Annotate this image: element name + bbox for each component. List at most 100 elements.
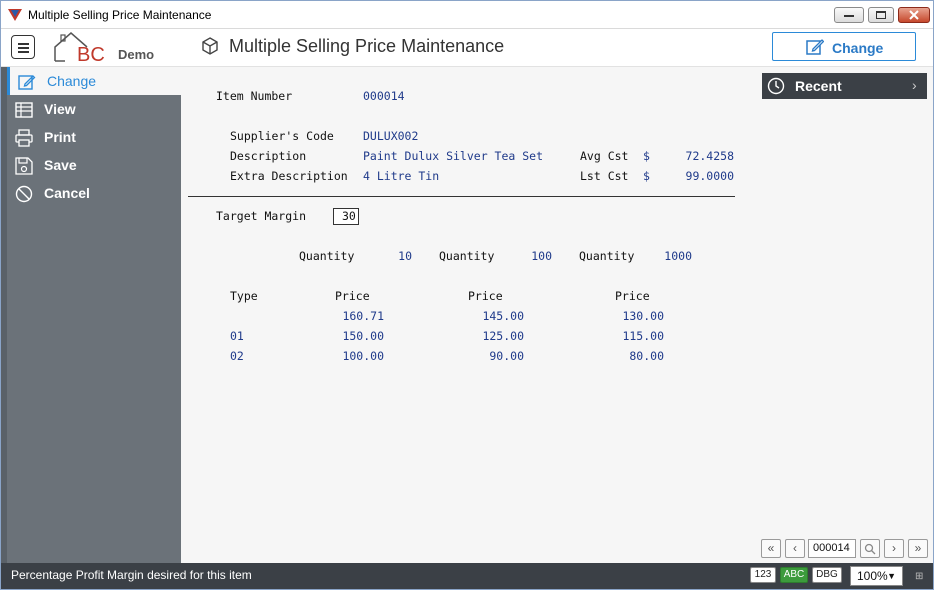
price-header-1: Price	[335, 289, 370, 303]
quantity-value-1: 10	[398, 249, 412, 263]
last-cost-label: Lst Cst	[580, 169, 629, 183]
sidebar-item-label: Change	[47, 73, 97, 89]
sidebar: Change View Print Save Cancel	[1, 67, 181, 563]
save-icon	[15, 157, 33, 175]
first-record-button[interactable]: «	[761, 539, 781, 558]
page-title: Multiple Selling Price Maintenance	[229, 36, 505, 56]
double-chevron-right-icon: »	[914, 541, 922, 555]
quantity-value-2: 100	[531, 249, 552, 263]
logo-demo-text: Demo	[118, 47, 155, 62]
form-content: Item Number 000014 Supplier's Code DULUX…	[181, 67, 761, 563]
change-button-label: Change	[832, 40, 884, 56]
svg-text:BC: BC	[77, 44, 105, 65]
status-bar: Percentage Profit Margin desired for thi…	[1, 563, 933, 589]
avg-cost-label: Avg Cst	[580, 149, 629, 163]
change-button[interactable]: Change	[772, 32, 916, 61]
price-cell: 90.00	[489, 349, 524, 363]
status-message: Percentage Profit Margin desired for thi…	[11, 568, 252, 582]
sidebar-item-cancel[interactable]: Cancel	[7, 179, 181, 207]
minimize-button[interactable]	[834, 7, 864, 23]
quantity-label-2: Quantity	[439, 249, 495, 263]
price-cell: 130.00	[622, 309, 664, 323]
target-margin-input[interactable]: 30	[333, 208, 359, 225]
record-number-input[interactable]: 000014	[808, 539, 856, 558]
clock-icon	[767, 77, 785, 95]
form-divider	[188, 196, 735, 197]
description-value: Paint Dulux Silver Tea Set	[363, 149, 544, 163]
target-margin-label: Target Margin	[216, 209, 307, 223]
supplier-code-value: DULUX002	[363, 129, 419, 143]
price-cell: 150.00	[342, 329, 384, 343]
recent-label: Recent	[795, 78, 842, 94]
cube-icon	[202, 37, 218, 55]
next-record-button[interactable]: ›	[884, 539, 904, 558]
last-record-button[interactable]: »	[908, 539, 928, 558]
quantity-label-3: Quantity	[579, 249, 635, 263]
extra-description-label: Extra Description	[230, 169, 348, 183]
price-header-2: Price	[468, 289, 503, 303]
search-icon	[864, 543, 876, 555]
edit-icon	[806, 39, 824, 55]
close-icon	[909, 10, 919, 20]
printer-icon	[15, 129, 33, 147]
minimize-icon	[844, 15, 854, 17]
sidebar-item-save[interactable]: Save	[7, 151, 181, 179]
cancel-icon	[15, 185, 33, 203]
quantity-value-3: 1000	[664, 249, 692, 263]
item-number-value[interactable]: 000014	[363, 89, 405, 103]
price-row-type: 01	[230, 329, 244, 343]
resize-grip-icon[interactable]: ⊞	[915, 571, 923, 582]
zoom-value: 100%	[857, 569, 888, 583]
quantity-label-1: Quantity	[299, 249, 355, 263]
numeric-mode-badge[interactable]: 123	[750, 567, 776, 583]
app-window: Multiple Selling Price Maintenance BC De…	[0, 0, 934, 590]
sidebar-item-label: Save	[44, 157, 77, 173]
house-logo-icon: BC	[54, 32, 105, 66]
window-title: Multiple Selling Price Maintenance	[28, 8, 212, 22]
zoom-select[interactable]: 100% ▼	[850, 566, 903, 586]
description-label: Description	[230, 149, 307, 163]
sidebar-item-label: Cancel	[44, 185, 90, 201]
company-logo: BC Demo	[53, 29, 163, 66]
sidebar-item-print[interactable]: Print	[7, 123, 181, 151]
app-header: BC Demo Multiple Selling Price Maintenan…	[1, 29, 933, 67]
price-cell: 160.71	[342, 309, 384, 323]
app-logo-icon	[8, 9, 22, 21]
avg-cost-currency: $	[643, 149, 650, 163]
price-header-3: Price	[615, 289, 650, 303]
price-cell: 115.00	[622, 329, 664, 343]
chevron-right-icon: ›	[912, 77, 917, 93]
price-cell: 80.00	[629, 349, 664, 363]
sidebar-item-view[interactable]: View	[7, 95, 181, 123]
title-bar: Multiple Selling Price Maintenance	[1, 1, 933, 29]
price-row-type: 02	[230, 349, 244, 363]
chevron-down-icon: ▼	[887, 571, 896, 581]
edit-icon	[18, 75, 36, 90]
item-number-label: Item Number	[216, 89, 293, 103]
debug-badge[interactable]: DBG	[812, 567, 842, 583]
table-icon	[15, 102, 33, 118]
sidebar-item-label: View	[44, 101, 76, 117]
close-button[interactable]	[898, 7, 930, 23]
hamburger-menu-button[interactable]	[11, 35, 35, 59]
sidebar-item-change[interactable]: Change	[7, 67, 181, 95]
chevron-right-icon: ›	[892, 541, 896, 555]
recent-panel-toggle[interactable]: Recent ›	[762, 73, 927, 99]
supplier-code-label: Supplier's Code	[230, 129, 334, 143]
previous-record-button[interactable]: ‹	[785, 539, 805, 558]
avg-cost-value: 72.4258	[685, 149, 734, 163]
extra-description-value: 4 Litre Tin	[363, 169, 440, 183]
maximize-button[interactable]	[868, 7, 894, 23]
double-chevron-left-icon: «	[767, 541, 775, 555]
type-header: Type	[230, 289, 258, 303]
abc-mode-badge[interactable]: ABC	[780, 567, 808, 583]
price-cell: 125.00	[482, 329, 524, 343]
price-cell: 145.00	[482, 309, 524, 323]
chevron-left-icon: ‹	[793, 541, 797, 555]
maximize-icon	[876, 11, 886, 19]
last-cost-value: 99.0000	[685, 169, 734, 183]
last-cost-currency: $	[643, 169, 650, 183]
price-cell: 100.00	[342, 349, 384, 363]
sidebar-item-label: Print	[44, 129, 76, 145]
search-record-button[interactable]	[860, 539, 880, 558]
